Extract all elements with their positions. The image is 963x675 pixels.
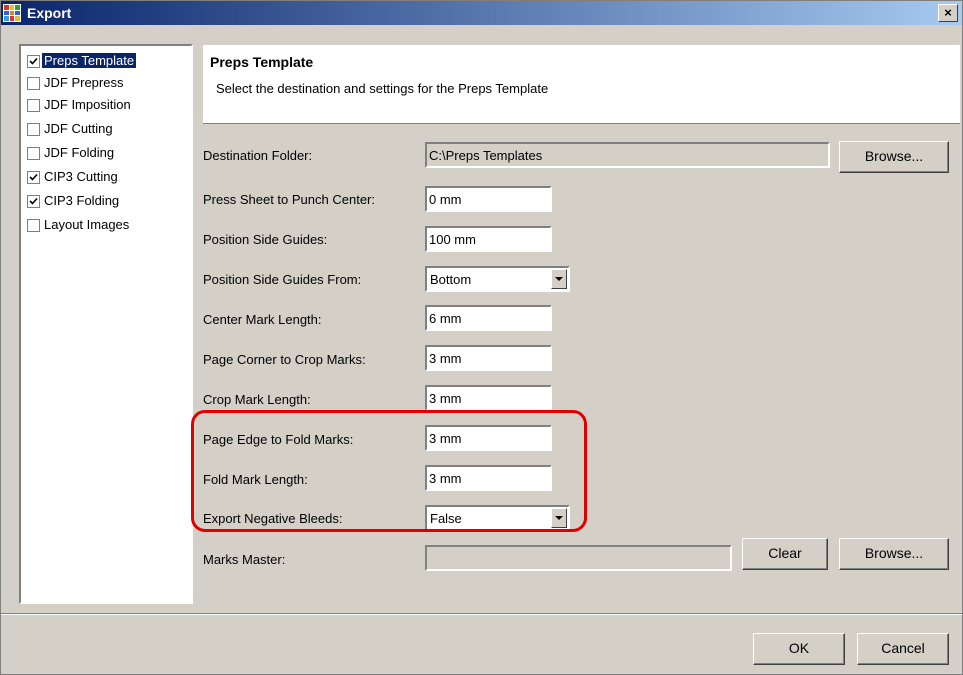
close-button[interactable]: × bbox=[938, 4, 958, 22]
title-bar[interactable]: Export × bbox=[1, 1, 962, 25]
center-mark-label: Center Mark Length: bbox=[203, 312, 322, 327]
fold-length-label: Fold Mark Length: bbox=[203, 472, 308, 487]
sidebar-item-label: CIP3 Folding bbox=[44, 193, 120, 208]
check-icon bbox=[29, 57, 38, 65]
neg-bleeds-value: False bbox=[430, 511, 462, 526]
app-icon bbox=[3, 4, 21, 22]
side-guides-label: Position Side Guides: bbox=[203, 232, 328, 247]
sidebar-item-jdf-imposition[interactable]: JDF Imposition bbox=[25, 95, 189, 117]
sidebar-item-label: Layout Images bbox=[44, 217, 130, 232]
check-icon bbox=[29, 197, 38, 205]
clear-marks-master-button[interactable]: Clear bbox=[742, 538, 828, 570]
neg-bleeds-label: Export Negative Bleeds: bbox=[203, 511, 343, 526]
sidebar-item-layout-images[interactable]: Layout Images bbox=[25, 215, 189, 237]
checkbox-jdf-folding[interactable] bbox=[27, 147, 40, 160]
checkbox-cip3-cutting[interactable] bbox=[27, 171, 40, 184]
neg-bleeds-dropdown[interactable]: False bbox=[425, 505, 570, 531]
sidebar-item-cip3-folding[interactable]: CIP3 Folding bbox=[25, 191, 189, 213]
checkbox-layout-images[interactable] bbox=[27, 219, 40, 232]
close-icon: × bbox=[944, 5, 952, 20]
center-mark-field[interactable] bbox=[425, 305, 552, 331]
checkbox-jdf-prepress[interactable] bbox=[27, 77, 40, 90]
ok-button[interactable]: OK bbox=[753, 633, 845, 665]
sidebar-item-jdf-prepress[interactable]: JDF Prepress bbox=[25, 73, 189, 95]
fold-length-field[interactable] bbox=[425, 465, 552, 491]
sidebar-item-label: Preps Template bbox=[42, 53, 137, 68]
check-icon bbox=[29, 173, 38, 181]
export-type-list: Preps Template JDF Prepress JDF Impositi… bbox=[19, 44, 193, 604]
cancel-button[interactable]: Cancel bbox=[857, 633, 949, 665]
edge-fold-label: Page Edge to Fold Marks: bbox=[203, 432, 354, 447]
sidebar-item-label: CIP3 Cutting bbox=[44, 169, 118, 184]
sidebar-item-preps-template[interactable]: Preps Template bbox=[25, 51, 189, 73]
crop-length-label: Crop Mark Length: bbox=[203, 392, 311, 407]
corner-crop-label: Page Corner to Crop Marks: bbox=[203, 352, 366, 367]
checkbox-preps-template[interactable] bbox=[27, 55, 40, 68]
checkbox-jdf-imposition[interactable] bbox=[27, 99, 40, 112]
header-panel: Preps Template Select the destination an… bbox=[203, 45, 960, 124]
export-dialog: Export × Preps Template JDF Prepress JDF… bbox=[0, 0, 963, 675]
marks-master-label: Marks Master: bbox=[203, 552, 286, 567]
sidebar-item-jdf-cutting[interactable]: JDF Cutting bbox=[25, 119, 189, 141]
sidebar-item-jdf-folding[interactable]: JDF Folding bbox=[25, 143, 189, 165]
checkbox-cip3-folding[interactable] bbox=[27, 195, 40, 208]
crop-length-field[interactable] bbox=[425, 385, 552, 411]
chevron-down-icon bbox=[555, 277, 563, 281]
dropdown-button[interactable] bbox=[551, 508, 567, 528]
chevron-down-icon bbox=[555, 516, 563, 520]
side-guides-from-label: Position Side Guides From: bbox=[203, 272, 362, 287]
side-guides-from-dropdown[interactable]: Bottom bbox=[425, 266, 570, 292]
panel-title: Preps Template bbox=[210, 54, 314, 70]
sidebar-item-label: JDF Cutting bbox=[44, 121, 113, 136]
browse-marks-master-button[interactable]: Browse... bbox=[839, 538, 949, 570]
checkbox-jdf-cutting[interactable] bbox=[27, 123, 40, 136]
corner-crop-field[interactable] bbox=[425, 345, 552, 371]
destination-folder-label: Destination Folder: bbox=[203, 148, 313, 163]
footer-divider bbox=[1, 613, 962, 615]
browse-destination-button[interactable]: Browse... bbox=[839, 141, 949, 173]
sidebar-item-label: JDF Folding bbox=[44, 145, 115, 160]
edge-fold-field[interactable] bbox=[425, 425, 552, 451]
destination-folder-field[interactable] bbox=[425, 142, 830, 168]
panel-subtitle: Select the destination and settings for … bbox=[216, 81, 549, 96]
window-title: Export bbox=[27, 5, 72, 21]
press-sheet-label: Press Sheet to Punch Center: bbox=[203, 192, 375, 207]
sidebar-item-label: JDF Imposition bbox=[44, 97, 131, 112]
side-guides-from-value: Bottom bbox=[430, 272, 472, 287]
side-guides-field[interactable] bbox=[425, 226, 552, 252]
sidebar-item-label: JDF Prepress bbox=[44, 75, 124, 90]
sidebar-item-cip3-cutting[interactable]: CIP3 Cutting bbox=[25, 167, 189, 189]
marks-master-field[interactable] bbox=[425, 545, 732, 571]
press-sheet-field[interactable] bbox=[425, 186, 552, 212]
dropdown-button[interactable] bbox=[551, 269, 567, 289]
